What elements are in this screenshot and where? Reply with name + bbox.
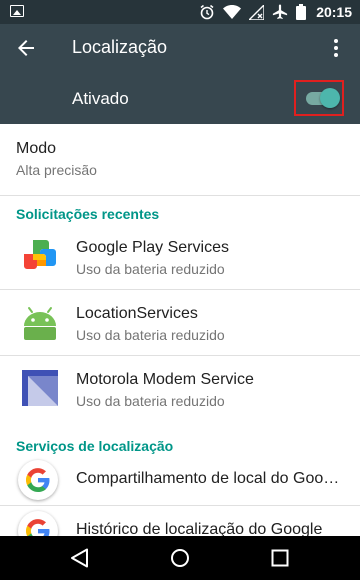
status-icons: 20:15 (199, 0, 352, 24)
nav-home-icon[interactable] (169, 547, 191, 569)
nav-back-icon[interactable] (69, 547, 91, 569)
list-item[interactable]: Histórico de localização do Google (0, 507, 360, 536)
google-g-icon (18, 511, 58, 536)
page-title: Localização (72, 37, 168, 57)
alarm-icon (200, 4, 214, 20)
app-detail: Uso da bateria reduzido (76, 327, 225, 343)
list-item[interactable]: Motorola Modem Service Uso da bateria re… (0, 356, 360, 422)
section-header-services: Serviços de localização (16, 438, 174, 454)
location-toggle[interactable] (306, 88, 340, 108)
google-g-icon (18, 460, 58, 500)
google-play-services-icon (24, 240, 56, 269)
app-name: Motorola Modem Service (76, 371, 254, 388)
mode-setting[interactable]: Modo Alta precisão (0, 124, 360, 196)
list-item[interactable]: LocationServices Uso da bateria reduzido (0, 290, 360, 356)
navigation-bar (0, 536, 360, 580)
status-bar: 20:15 (0, 0, 360, 24)
motorola-modem-icon (22, 370, 58, 406)
image-notification-icon (10, 5, 24, 17)
section-header-recent: Solicitações recentes (16, 206, 160, 222)
battery-icon (296, 4, 307, 20)
airplane-icon (273, 4, 288, 19)
app-detail: Uso da bateria reduzido (76, 393, 225, 409)
service-name: Histórico de localização do Google (76, 521, 323, 536)
status-clock: 20:15 (316, 4, 352, 20)
arrow-back-icon[interactable] (14, 36, 38, 60)
toggle-knob (320, 88, 340, 108)
app-name: Google Play Services (76, 239, 229, 256)
service-name: Compartilhamento de local do Googl... (76, 470, 346, 487)
android-icon (24, 307, 56, 340)
master-switch-bar[interactable]: Ativado (0, 72, 360, 124)
app-detail: Uso da bateria reduzido (76, 261, 225, 277)
nav-recents-icon[interactable] (269, 547, 291, 569)
settings-list: Modo Alta precisão Solicitações recentes… (0, 124, 360, 536)
more-vert-icon[interactable] (324, 36, 348, 60)
wifi-icon (223, 5, 242, 19)
no-signal-icon (249, 4, 265, 20)
mode-title: Modo (16, 140, 57, 157)
app-name: LocationServices (76, 305, 198, 322)
app-toolbar: Localização (0, 24, 360, 72)
list-item[interactable]: Google Play Services Uso da bateria redu… (0, 224, 360, 290)
master-switch-label: Ativado (72, 89, 129, 108)
mode-value: Alta precisão (16, 162, 97, 178)
list-item[interactable]: Compartilhamento de local do Googl... (0, 456, 360, 506)
